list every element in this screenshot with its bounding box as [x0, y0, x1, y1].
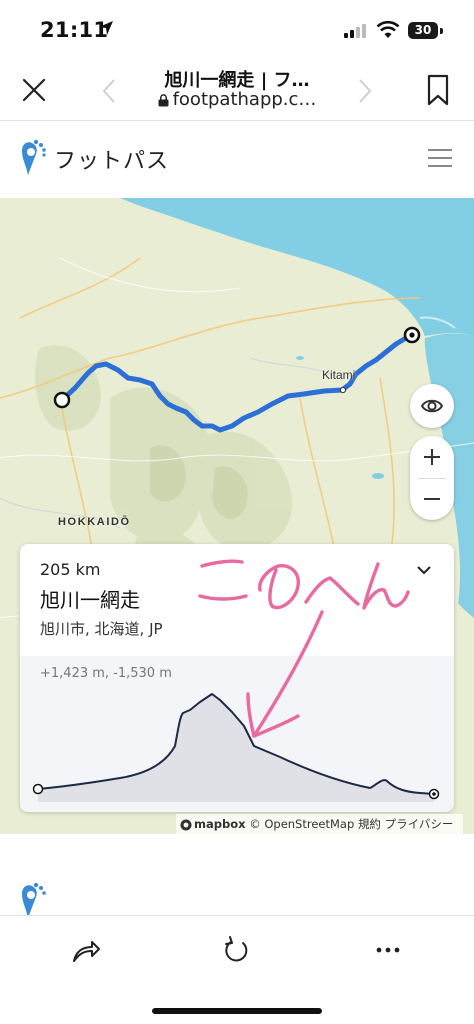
footpath-logo-icon[interactable]: [18, 137, 48, 177]
route-distance: 205 km: [40, 560, 101, 579]
page-url[interactable]: footpathapp.c…: [130, 89, 344, 110]
status-bar: 21:11 30: [0, 0, 474, 62]
site-logo-text[interactable]: フットパス: [54, 143, 169, 175]
minus-icon[interactable]: [410, 478, 454, 520]
home-indicator[interactable]: [152, 1008, 322, 1014]
attribution-brand[interactable]: mapbox: [194, 817, 246, 831]
zoom-controls: [410, 436, 454, 520]
elevation-profile: +1,423 m, -1,530 m: [20, 656, 454, 812]
chevron-right-icon[interactable]: [356, 78, 374, 104]
route-name: 旭川一網走: [40, 588, 140, 612]
location-arrow-icon: [99, 21, 113, 35]
chevron-down-icon[interactable]: [416, 564, 432, 576]
browser-toolbar: 旭川一網走 | フ… footpathapp.c…: [0, 62, 474, 120]
url-text: footpathapp.c…: [172, 89, 317, 110]
more-icon[interactable]: [372, 942, 404, 958]
battery-tip: [440, 28, 443, 34]
map-label-city: Kitami: [322, 368, 356, 382]
attribution-privacy[interactable]: プライバシー: [385, 817, 454, 831]
plus-icon[interactable]: [410, 436, 454, 478]
lock-icon: [158, 93, 169, 106]
share-icon[interactable]: [70, 934, 102, 966]
elevation-chart: [32, 693, 440, 802]
cellular-signal-icon: [344, 24, 366, 38]
reload-icon[interactable]: [220, 934, 252, 966]
eye-icon[interactable]: [410, 384, 454, 428]
map-label-region: HOKKAIDŌ: [58, 516, 131, 528]
mapbox-logo-icon[interactable]: [180, 819, 192, 831]
attribution-terms[interactable]: 規約: [358, 817, 381, 831]
site-header: フットパス: [0, 121, 474, 197]
close-icon[interactable]: [20, 76, 48, 104]
chevron-left-icon[interactable]: [100, 78, 118, 104]
route-card[interactable]: 205 km 旭川一網走 旭川市, 北海道, JP +1,423 m, -1,5…: [20, 544, 454, 812]
bottom-toolbar: [0, 916, 474, 1024]
map-view[interactable]: Kitami HOKKAIDŌ 205 km 旭川一網走 旭川市, 北海道, J…: [0, 198, 474, 834]
route-location: 旭川市, 北海道, JP: [40, 620, 163, 638]
battery-indicator: 30: [408, 22, 438, 39]
bookmark-icon[interactable]: [426, 74, 450, 106]
footer-logo-icon: [22, 882, 46, 918]
attribution-osm[interactable]: © OpenStreetMap: [249, 817, 354, 831]
hamburger-menu-icon[interactable]: [428, 149, 452, 169]
map-attribution: mapbox © OpenStreetMap 規約 プライバシー: [176, 814, 464, 834]
wifi-icon: [376, 21, 400, 38]
